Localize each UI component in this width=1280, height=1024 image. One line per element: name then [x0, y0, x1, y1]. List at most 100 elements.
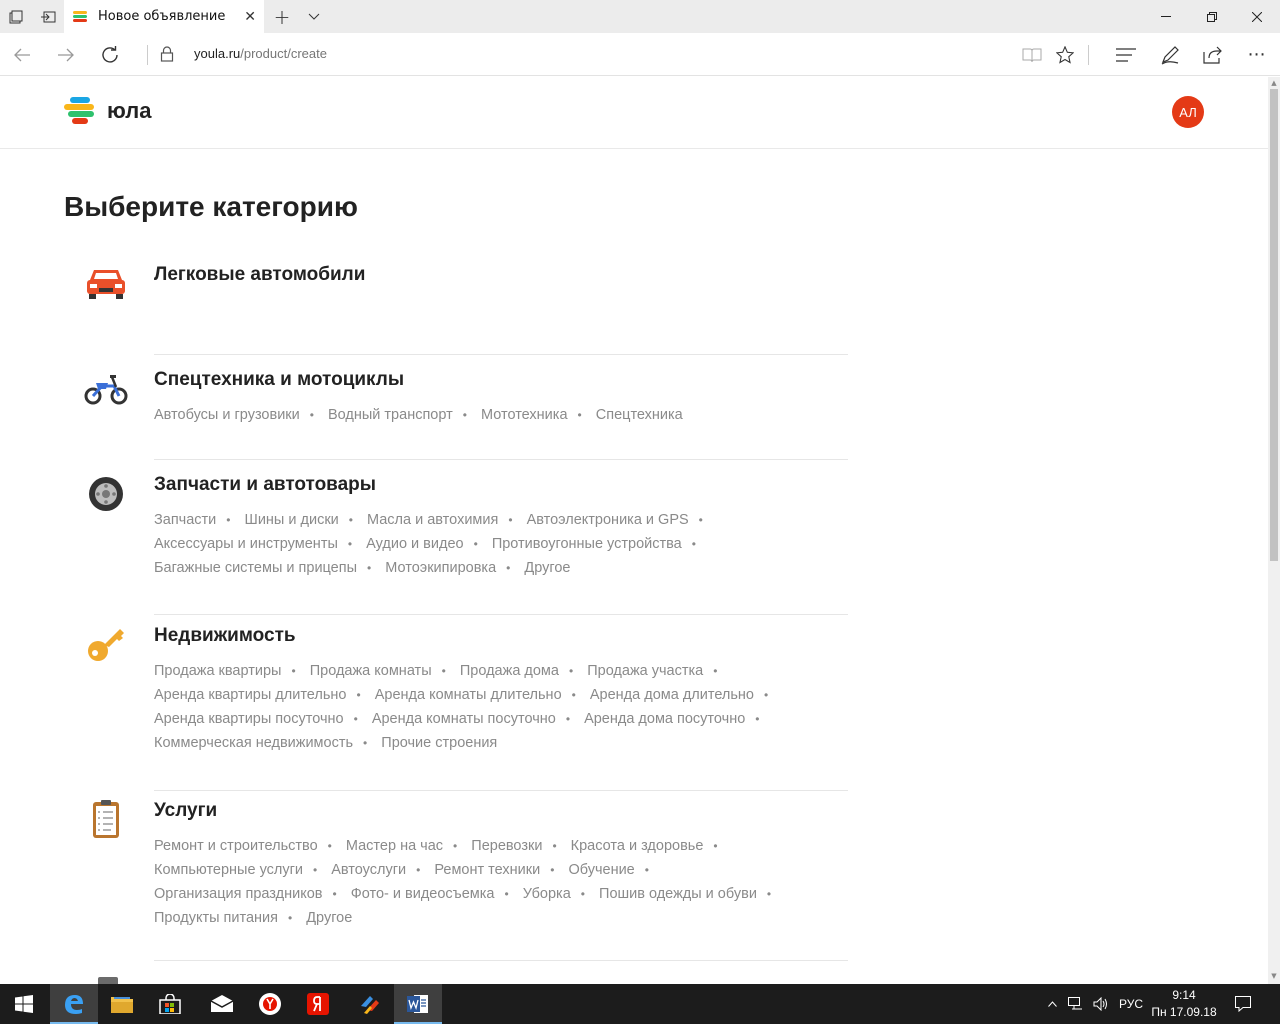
subcategory-link[interactable]: Аксессуары и инструменты: [154, 536, 338, 552]
action-center-icon[interactable]: [1226, 984, 1260, 1024]
bullet-separator: •: [348, 513, 353, 527]
category-real-estate[interactable]: Недвижимость Продажа квартиры • Продажа к…: [80, 625, 848, 800]
subcategory-link[interactable]: Красота и здоровье: [571, 838, 704, 854]
back-icon[interactable]: [2, 33, 42, 76]
word-icon[interactable]: [394, 984, 442, 1024]
yandex-icon[interactable]: [294, 984, 342, 1024]
subcategory-link[interactable]: Ремонт техники: [434, 862, 540, 878]
bullet-separator: •: [462, 408, 467, 422]
page-scrollbar[interactable]: ▲ ▼: [1268, 77, 1280, 984]
category-services[interactable]: Услуги Ремонт и строительство • Мастер на…: [80, 800, 848, 975]
forward-icon[interactable]: [46, 33, 86, 76]
subcategory-link[interactable]: Коммерческая недвижимость: [154, 735, 353, 751]
bullet-separator: •: [356, 688, 361, 702]
bullet-separator: •: [367, 561, 372, 575]
set-tabs-aside-icon[interactable]: [32, 0, 64, 33]
category-divider: [154, 459, 848, 460]
scroll-up-icon[interactable]: ▲: [1270, 79, 1278, 87]
subcategory-link[interactable]: Масла и автохимия: [367, 512, 498, 528]
tray-chevron-icon[interactable]: [1044, 984, 1060, 1024]
subcategory-link[interactable]: Другое: [524, 560, 570, 576]
user-avatar[interactable]: АЛ: [1172, 96, 1204, 128]
subcategory-list: Автобусы и грузовики • Водный транспорт • …: [154, 403, 794, 427]
mail-icon[interactable]: [198, 984, 246, 1024]
refresh-icon[interactable]: [90, 33, 130, 76]
subcategory-link[interactable]: Другое: [306, 910, 352, 926]
category-special-equipment[interactable]: Спецтехника и мотоциклы Автобусы и грузо…: [80, 369, 848, 469]
file-explorer-icon[interactable]: [98, 984, 146, 1024]
tab-preview-chevron-icon[interactable]: [298, 0, 330, 33]
bullet-separator: •: [698, 513, 703, 527]
subcategory-link[interactable]: Аренда комнаты посуточно: [372, 711, 556, 727]
subcategory-link[interactable]: Продажа дома: [460, 663, 559, 679]
subcategory-link[interactable]: Продажа участка: [587, 663, 703, 679]
close-window-icon[interactable]: [1234, 0, 1280, 33]
subcategory-link[interactable]: Автоуслуги: [331, 862, 406, 878]
subcategory-link[interactable]: Аренда квартиры длительно: [154, 687, 346, 703]
category-cars[interactable]: Легковые автомобили: [80, 264, 848, 364]
subcategory-link[interactable]: Компьютерные услуги: [154, 862, 303, 878]
subcategory-link[interactable]: Шины и диски: [245, 512, 339, 528]
subcategory-link[interactable]: Организация праздников: [154, 886, 322, 902]
web-note-icon[interactable]: [1150, 33, 1190, 76]
subcategory-link[interactable]: Аренда квартиры посуточно: [154, 711, 344, 727]
subcategory-link[interactable]: Аудио и видео: [366, 536, 463, 552]
bullet-separator: •: [755, 712, 760, 726]
scrollbar-thumb[interactable]: [1270, 89, 1278, 561]
subcategory-link[interactable]: Уборка: [523, 886, 571, 902]
subcategory-link[interactable]: Водный транспорт: [328, 407, 453, 423]
category-parts[interactable]: Запчасти и автотовары Запчасти • Шины и д…: [80, 474, 848, 624]
edge-taskbar-icon[interactable]: [50, 984, 98, 1024]
share-icon[interactable]: [1193, 33, 1233, 76]
youla-logo[interactable]: юла: [64, 95, 151, 127]
category-name: Запчасти и автотовары: [154, 474, 377, 495]
subcategory-link[interactable]: Продажа квартиры: [154, 663, 281, 679]
subcategory-link[interactable]: Запчасти: [154, 512, 216, 528]
subcategory-link[interactable]: Багажные системы и прицепы: [154, 560, 357, 576]
yandex-browser-icon[interactable]: [246, 984, 294, 1024]
language-indicator[interactable]: РУС: [1114, 984, 1148, 1024]
subcategory-link[interactable]: Пошив одежды и обуви: [599, 886, 757, 902]
more-icon[interactable]: ⋯: [1237, 33, 1277, 76]
network-icon[interactable]: [1066, 984, 1086, 1024]
subcategory-link[interactable]: Фото- и видеосъемка: [351, 886, 495, 902]
taskbar-clock[interactable]: 9:14 Пн 17.09.18: [1148, 987, 1220, 1021]
subcategory-link[interactable]: Ремонт и строительство: [154, 838, 318, 854]
subcategory-link[interactable]: Мотоэкипировка: [385, 560, 496, 576]
subcategory-link[interactable]: Прочие строения: [381, 735, 497, 751]
subcategory-link[interactable]: Продажа комнаты: [310, 663, 432, 679]
lock-icon[interactable]: [160, 46, 174, 62]
subcategory-link[interactable]: Противоугонные устройства: [492, 536, 682, 552]
bullet-separator: •: [713, 839, 718, 853]
page-title: Выберите категорию: [64, 191, 358, 222]
subcategory-link[interactable]: Мототехника: [481, 407, 568, 423]
url-field[interactable]: youla.ru/product/create: [194, 46, 327, 61]
volume-icon[interactable]: [1090, 984, 1112, 1024]
subcategory-link[interactable]: Аренда комнаты длительно: [375, 687, 562, 703]
restore-icon[interactable]: [1189, 0, 1235, 33]
store-icon[interactable]: [146, 984, 194, 1024]
tab-actions-icon[interactable]: [0, 0, 32, 33]
subcategory-link[interactable]: Обучение: [568, 862, 634, 878]
subcategory-link[interactable]: Автоэлектроника и GPS: [527, 512, 689, 528]
tab-active[interactable]: Новое объявление ✕: [64, 0, 264, 33]
subcategory-link[interactable]: Аренда дома посуточно: [584, 711, 745, 727]
app-pinned-icon[interactable]: [346, 984, 394, 1024]
minimize-icon[interactable]: [1143, 0, 1189, 33]
windows-start-icon[interactable]: [0, 984, 48, 1024]
tab-close-icon[interactable]: ✕: [244, 9, 256, 25]
hub-icon[interactable]: [1106, 33, 1146, 76]
subcategory-link[interactable]: Аренда дома длительно: [590, 687, 754, 703]
subcategory-link[interactable]: Мастер на час: [346, 838, 443, 854]
subcategory-link[interactable]: Спецтехника: [596, 407, 683, 423]
favorite-star-icon[interactable]: [1045, 33, 1085, 76]
browser-tab-bar: Новое объявление ✕ +: [0, 0, 1280, 33]
bullet-separator: •: [226, 513, 231, 527]
subcategory-link[interactable]: Продукты питания: [154, 910, 278, 926]
bullet-separator: •: [577, 408, 582, 422]
new-tab-icon[interactable]: +: [266, 0, 298, 33]
subcategory-link[interactable]: Автобусы и грузовики: [154, 407, 300, 423]
scroll-down-icon[interactable]: ▼: [1270, 972, 1278, 980]
bullet-separator: •: [764, 688, 769, 702]
subcategory-link[interactable]: Перевозки: [471, 838, 542, 854]
